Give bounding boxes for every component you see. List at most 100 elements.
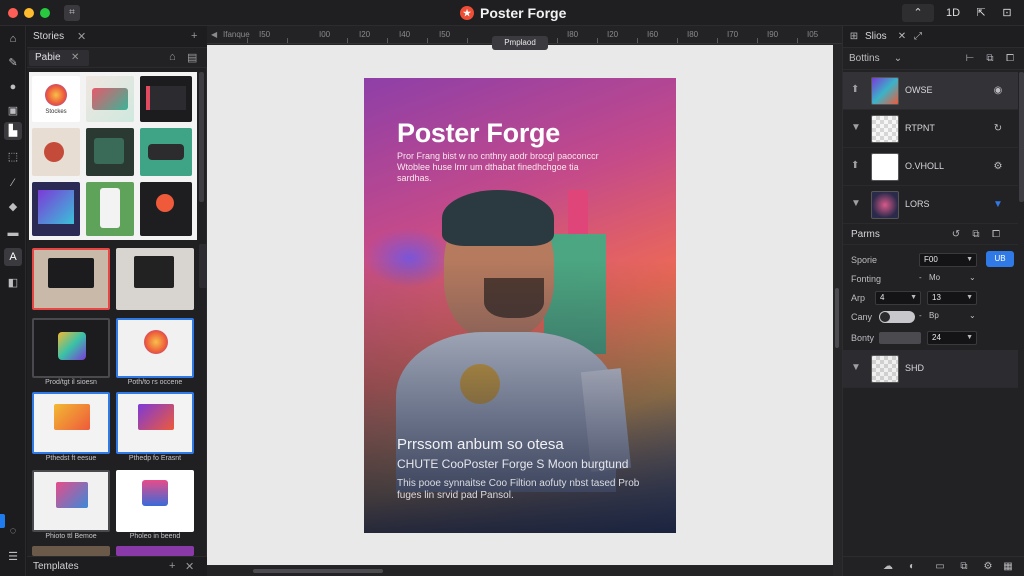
expand-icon[interactable]: ▼ [851,122,861,133]
visibility-icon[interactable]: ◉ [991,84,1005,98]
layers-tool-icon[interactable]: ▙ [4,122,22,140]
asset-thumb[interactable]: Stockes [32,76,80,122]
duplicate-icon[interactable]: ⧠ [1003,52,1017,66]
chevron-down-icon[interactable]: ⌄ [969,273,976,282]
cloud-icon[interactable]: ☁ [881,560,895,574]
prop-select[interactable]: 4 ▼ [875,291,921,305]
add-tab-icon[interactable]: + [191,30,197,42]
window-close-button[interactable] [8,8,18,18]
collapse-button[interactable]: ⌃ [902,4,934,22]
copy-icon[interactable]: ⧉ [969,228,983,242]
brush-tool-icon[interactable]: ⁄ [4,174,22,192]
slider-track[interactable] [879,332,921,344]
expand-icon[interactable]: ▼ [851,198,861,209]
toggle-knob[interactable] [880,312,890,322]
asset-thumb[interactable] [86,76,134,122]
prop-value[interactable]: Bp [929,311,939,320]
panel-icon[interactable]: ⊞ [847,30,861,44]
artboard[interactable]: Poster Forge Pror Frang bist w no cnthny… [207,45,833,565]
layer-item[interactable]: ⬆ O.VHOLL ⚙ [843,148,1018,186]
prop-select[interactable]: 24 ▼ [927,331,977,345]
move-up-icon[interactable]: ⬆ [851,160,859,171]
poster-body-text[interactable]: This pooe synnaitse Coo Filtion aofuty n… [397,478,647,502]
home-icon[interactable]: ⌂ [169,51,176,63]
settings-icon[interactable]: ⚙ [981,560,995,574]
home-icon[interactable]: ⌂ [4,30,22,48]
rotate-icon[interactable]: ↻ [991,122,1005,136]
layer-item[interactable]: ▼ SHD [843,350,1018,388]
asset-thumb[interactable] [32,546,110,556]
canvas-horizontal-scrollbar[interactable] [207,566,833,576]
delete-icon[interactable]: ▦ [1001,560,1015,574]
poster[interactable]: Poster Forge Pror Frang bist w no cnthny… [364,78,676,533]
effects-tool-icon[interactable]: ◧ [4,274,22,292]
asset-thumb[interactable] [32,470,110,532]
asset-thumb[interactable] [140,182,192,236]
close-tab-icon[interactable]: ✕ [895,30,909,44]
layer-item[interactable]: ▼ RTPNT ↻ [843,110,1018,148]
prop-select[interactable]: 13 ▼ [927,291,977,305]
align-icon[interactable]: ⊢ [963,52,977,66]
share-icon[interactable]: ⊡ [998,4,1016,22]
prop-select[interactable]: F00 ▼ [919,253,977,267]
add-template-icon[interactable]: + [169,560,175,572]
sidebar-toggle-icon[interactable]: ⌗ [64,5,80,21]
chevron-down-icon[interactable]: ▼ [991,198,1005,212]
grid-view-icon[interactable]: ▤ [187,51,197,64]
assets-scrollbar[interactable] [199,72,204,202]
mask-icon[interactable]: ◐ [905,560,919,574]
link-icon[interactable]: ⤢ [911,30,925,44]
prop-value[interactable]: Mo [929,273,940,282]
tab-slios[interactable]: Slios [865,31,887,42]
asset-thumb-selected[interactable] [32,248,110,310]
asset-thumb[interactable] [116,392,194,454]
image-tool-icon[interactable]: ▣ [4,102,22,120]
subtab-pabie[interactable]: Pabie ✕ [29,50,89,66]
text-tool-icon[interactable]: A [4,248,22,266]
shape-tool-icon[interactable]: ● [4,78,22,96]
eraser-tool-icon[interactable]: ◆ [4,198,22,216]
asset-thumb[interactable] [116,318,194,378]
expand-icon[interactable]: ▼ [851,362,861,373]
folder-tool-icon[interactable]: ▬ [4,224,22,242]
chevron-down-icon[interactable]: ⌄ [969,311,976,320]
folder-icon[interactable]: ▭ [933,560,947,574]
zoom-level[interactable]: 1D [940,4,966,22]
move-up-icon[interactable]: ⬆ [851,84,859,95]
layer-item[interactable]: ▼ LORS ▼ [843,186,1018,224]
asset-thumb[interactable] [140,128,192,176]
export-icon[interactable]: ⇱ [972,4,990,22]
asset-thumb[interactable] [140,76,192,122]
close-subtab-icon[interactable]: ✕ [71,50,79,66]
asset-thumb[interactable] [32,392,110,454]
asset-thumb[interactable] [116,470,194,532]
layers-scrollbar[interactable] [1019,72,1024,202]
poster-title[interactable]: Poster Forge [397,118,560,149]
poster-subheadline[interactable]: CHUTE CooPoster Forge S Moon burgtund [397,457,667,471]
close-tab-icon[interactable]: ✕ [77,30,86,43]
canvas-vertical-scrollbar[interactable] [834,48,840,568]
asset-thumb[interactable] [116,248,194,310]
copy-icon[interactable]: ⧉ [983,52,997,66]
asset-thumb[interactable] [32,128,80,176]
help-icon[interactable]: ◌ [4,522,22,540]
asset-thumb[interactable] [86,182,134,236]
settings-icon[interactable]: ⚙ [991,160,1005,174]
pen-tool-icon[interactable]: ✎ [4,54,22,72]
window-maximize-button[interactable] [40,8,50,18]
crop-tool-icon[interactable]: ⬚ [4,148,22,166]
templates-label[interactable]: Templates [33,561,79,572]
toggle-track[interactable] [879,311,915,323]
asset-thumb[interactable] [32,182,80,236]
asset-thumb[interactable] [116,546,194,556]
canvas-vscroll-thumb[interactable] [835,288,839,348]
window-minimize-button[interactable] [24,8,34,18]
duplicate-icon[interactable]: ⧠ [989,228,1003,242]
notes-icon[interactable]: ☰ [4,548,22,566]
canvas-hscroll-thumb[interactable] [253,569,383,573]
close-footer-icon[interactable]: ✕ [185,560,194,573]
group-icon[interactable]: ⧉ [957,560,971,574]
reset-icon[interactable]: ↺ [949,228,963,242]
tab-stories[interactable]: Stories [33,31,64,42]
asset-thumb[interactable] [86,128,134,176]
